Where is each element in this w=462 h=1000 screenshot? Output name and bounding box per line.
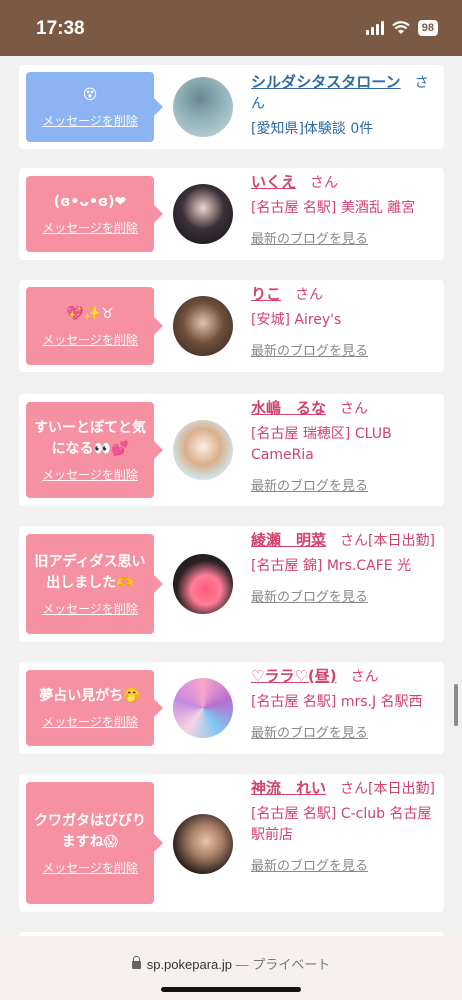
profile-detail: [名古屋 名駅] 美酒乱 離宮 (251, 200, 416, 216)
scroll-indicator[interactable] (454, 684, 458, 726)
profile-name-link[interactable]: 綾瀬 明菜 (251, 531, 326, 549)
list-item: クワガタはびびりますね😱 メッセージを削除 神流 れい さん[本日出勤] [名古… (19, 774, 444, 912)
url-text: sp.pokepara.jp (146, 957, 232, 972)
profile-info: いくえ さん [名古屋 名駅] 美酒乱 離宮 最新のブログを見る (251, 172, 441, 250)
message-text: 💖✨♉ (66, 306, 114, 322)
honorific: さん (350, 669, 379, 685)
list-item: 😵 メッセージを削除 シルダシタスタローン さん [愛知県]体験談 0件 (19, 65, 444, 149)
message-bubble: 💖✨♉ メッセージを削除 (26, 287, 163, 365)
profile-info: 神流 れい さん[本日出勤] [名古屋 名駅] C-club 名古屋駅前店 最新… (251, 778, 441, 877)
message-text: クワガタはびびりますね😱 (34, 812, 146, 850)
delete-message-link[interactable]: メッセージを削除 (42, 466, 138, 483)
wifi-icon (391, 21, 410, 34)
profile-name-link[interactable]: りこ (251, 285, 281, 303)
latest-blog-link[interactable]: 最新のブログを見る (251, 229, 441, 250)
lock-icon (131, 956, 141, 969)
profile-info: シルダシタスタローン さん [愛知県]体験談 0件 (251, 72, 441, 140)
private-mode-label: プライベート (252, 957, 331, 972)
list-item: すいーとぽてと気になる👀💕 メッセージを削除 水嶋 るな さん [名古屋 瑞穂区… (19, 394, 444, 506)
message-bubble: クワガタはびびりますね😱 メッセージを削除 (26, 782, 163, 904)
honorific: さん (340, 401, 369, 417)
latest-blog-link[interactable]: 最新のブログを見る (251, 341, 441, 362)
address-bar[interactable]: sp.pokepara.jp — プライベート (0, 954, 462, 973)
honorific: さん (295, 287, 324, 303)
browser-bottom-bar: sp.pokepara.jp — プライベート (0, 936, 462, 1000)
profile-name-link[interactable]: ♡ララ♡(昼) (251, 667, 337, 685)
latest-blog-link[interactable]: 最新のブログを見る (251, 856, 441, 877)
delete-message-link[interactable]: メッセージを削除 (42, 713, 138, 730)
delete-message-link[interactable]: メッセージを削除 (42, 112, 138, 129)
list-item: 💖✨♉ メッセージを削除 りこ さん [安城] Airey's 最新のブログを見… (19, 280, 444, 372)
message-bubble: 😵 メッセージを削除 (26, 72, 163, 142)
profile-name-link[interactable]: いくえ (251, 173, 296, 191)
status-bar: 17:38 98 (0, 0, 462, 56)
list-item: 旧アディダス思い出しました🫶 メッセージを削除 綾瀬 明菜 さん[本日出勤] [… (19, 526, 444, 642)
profile-detail: [安城] Airey's (251, 312, 342, 328)
latest-blog-link[interactable]: 最新のブログを見る (251, 587, 441, 608)
delete-message-link[interactable]: メッセージを削除 (42, 859, 138, 876)
message-bubble: (ɞ•ᴗ•ɞ)❤ メッセージを削除 (26, 176, 163, 252)
profile-detail: [名古屋 名駅] C-club 名古屋駅前店 (251, 806, 432, 843)
avatar[interactable] (173, 77, 233, 137)
honorific: さん (310, 175, 339, 191)
message-text: すいーとぽてと気になる👀💕 (34, 419, 146, 457)
message-bubble: 夢占い見がち🤭 メッセージを削除 (26, 670, 163, 746)
message-text: (ɞ•ᴗ•ɞ)❤ (53, 194, 127, 210)
home-indicator[interactable] (161, 987, 301, 992)
message-text: 😵 (82, 87, 98, 103)
profile-name-link[interactable]: 神流 れい (251, 779, 326, 797)
avatar[interactable] (173, 814, 233, 874)
avatar[interactable] (173, 296, 233, 356)
list-item: 夢占い見がち🤭 メッセージを削除 ♡ララ♡(昼) さん [名古屋 名駅] mrs… (19, 662, 444, 754)
avatar[interactable] (173, 554, 233, 614)
profile-info: 水嶋 るな さん [名古屋 瑞穂区] CLUB CameRia 最新のブログを見… (251, 398, 441, 497)
avatar[interactable] (173, 420, 233, 480)
message-list[interactable]: 😵 メッセージを削除 シルダシタスタローン さん [愛知県]体験談 0件 (ɞ•… (0, 56, 462, 936)
avatar[interactable] (173, 678, 233, 738)
message-bubble: 旧アディダス思い出しました🫶 メッセージを削除 (26, 534, 163, 634)
message-text: 夢占い見がち🤭 (39, 688, 141, 704)
profile-detail: [名古屋 名駅] mrs.J 名駅西 (251, 694, 423, 710)
profile-detail: [名古屋 錦] Mrs.CAFE 光 (251, 558, 412, 574)
cellular-signal-icon (365, 21, 384, 35)
profile-info: ♡ララ♡(昼) さん [名古屋 名駅] mrs.J 名駅西 最新のブログを見る (251, 666, 441, 744)
profile-detail: [愛知県]体験談 0件 (251, 121, 374, 137)
avatar[interactable] (173, 184, 233, 244)
status-icons: 98 (365, 20, 438, 36)
message-bubble: すいーとぽてと気になる👀💕 メッセージを削除 (26, 402, 163, 498)
delete-message-link[interactable]: メッセージを削除 (42, 600, 138, 617)
latest-blog-link[interactable]: 最新のブログを見る (251, 476, 441, 497)
attendance-status: [本日出勤] (368, 533, 435, 549)
delete-message-link[interactable]: メッセージを削除 (42, 219, 138, 236)
list-item: (ɞ•ᴗ•ɞ)❤ メッセージを削除 いくえ さん [名古屋 名駅] 美酒乱 離宮… (19, 168, 444, 260)
profile-info: りこ さん [安城] Airey's 最新のブログを見る (251, 284, 441, 362)
profile-name-link[interactable]: 水嶋 るな (251, 399, 326, 417)
latest-blog-link[interactable]: 最新のブログを見る (251, 723, 441, 744)
profile-info: 綾瀬 明菜 さん[本日出勤] [名古屋 錦] Mrs.CAFE 光 最新のブログ… (251, 530, 441, 608)
attendance-status: [本日出勤] (368, 781, 435, 797)
profile-detail: [名古屋 瑞穂区] CLUB CameRia (251, 426, 392, 463)
honorific: さん (340, 781, 369, 797)
message-text: 旧アディダス思い出しました🫶 (34, 553, 146, 591)
honorific: さん (340, 533, 369, 549)
delete-message-link[interactable]: メッセージを削除 (42, 331, 138, 348)
battery-icon: 98 (417, 20, 438, 36)
url-separator: — (235, 957, 249, 972)
status-time: 17:38 (36, 18, 85, 39)
profile-name-link[interactable]: シルダシタスタローン (251, 73, 401, 91)
